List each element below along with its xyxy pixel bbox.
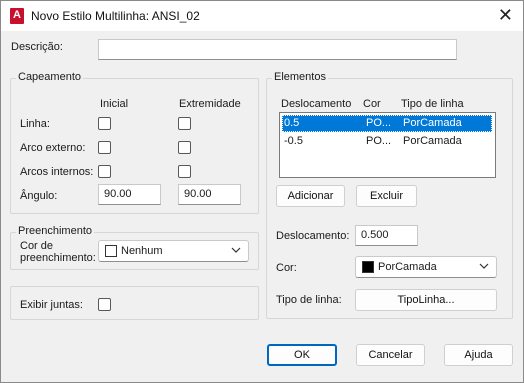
ajuda-button[interactable]: Ajuda (444, 344, 513, 366)
cor-preenchimento-dropdown[interactable]: Nenhum (98, 240, 249, 262)
tipo-linha-button[interactable]: TipoLinha... (355, 289, 497, 311)
row-tipo: PorCamada (403, 135, 462, 147)
cor-preenchimento-label-line1: Cor de (20, 240, 54, 252)
cor-preenchimento-label-line2: preenchimento: (20, 252, 96, 264)
arcos-internos-label: Arcos internos: (20, 166, 94, 178)
arco-externo-label: Arco externo: (20, 142, 86, 154)
exibir-juntas-label: Exibir juntas: (20, 299, 83, 311)
row-deslocamento: 0.5 (284, 117, 300, 129)
preenchimento-title: Preenchimento (16, 225, 94, 237)
window-title: Novo Estilo Multilinha: ANSI_02 (31, 9, 200, 23)
col-cor-header: Cor (363, 98, 381, 110)
arco-externo-extremidade-checkbox[interactable] (178, 141, 191, 154)
col-inicial-header: Inicial (100, 98, 129, 110)
col-deslocamento-header: Deslocamento (281, 98, 352, 110)
cor-dropdown[interactable]: PorCamada (355, 256, 497, 278)
list-item[interactable]: -0.5 PO... PorCamada (282, 133, 492, 150)
list-item[interactable]: 0.5 PO... PorCamada (282, 115, 492, 132)
ok-button[interactable]: OK (267, 344, 337, 366)
cor-value: PorCamada (378, 261, 437, 273)
excluir-button[interactable]: Excluir (356, 185, 417, 207)
cancelar-button[interactable]: Cancelar (356, 344, 425, 366)
chevron-down-icon (231, 247, 241, 253)
col-tipo-linha-header: Tipo de linha (401, 98, 464, 110)
title-bar[interactable]: A Novo Estilo Multilinha: ANSI_02 ✕ (1, 1, 523, 31)
description-label: Descrição: (11, 41, 63, 53)
adicionar-button[interactable]: Adicionar (276, 185, 345, 207)
line-color-swatch (362, 261, 374, 273)
capeamento-title: Capeamento (16, 71, 83, 83)
angulo-inicial-input[interactable]: 90.00 (98, 184, 161, 205)
row-tipo: PorCamada (403, 117, 462, 129)
linha-label: Linha: (20, 118, 50, 130)
linha-extremidade-checkbox[interactable] (178, 117, 191, 130)
elementos-title: Elementos (272, 71, 328, 83)
row-cor: PO... (366, 117, 392, 129)
arco-externo-inicial-checkbox[interactable] (98, 141, 111, 154)
deslocamento-label: Deslocamento: (276, 230, 350, 242)
angulo-extremidade-input[interactable]: 90.00 (178, 184, 241, 205)
row-deslocamento: -0.5 (284, 135, 303, 147)
chevron-down-icon (479, 263, 489, 269)
cor-label: Cor: (276, 262, 297, 274)
arcos-internos-inicial-checkbox[interactable] (98, 165, 111, 178)
description-input[interactable] (98, 39, 457, 60)
cor-preenchimento-value: Nenhum (121, 245, 163, 257)
elementos-list[interactable]: 0.5 PO... PorCamada -0.5 PO... PorCamada (279, 112, 496, 178)
angulo-label: Ângulo: (20, 190, 58, 202)
linha-inicial-checkbox[interactable] (98, 117, 111, 130)
fill-color-swatch (105, 245, 117, 257)
row-cor: PO... (366, 135, 392, 147)
col-extremidade-header: Extremidade (179, 98, 241, 110)
exibir-juntas-checkbox[interactable] (98, 298, 111, 311)
deslocamento-input[interactable]: 0.500 (355, 225, 418, 246)
arcos-internos-extremidade-checkbox[interactable] (178, 165, 191, 178)
autocad-app-icon: A (10, 8, 24, 24)
close-icon[interactable]: ✕ (498, 5, 513, 25)
tipo-linha-label: Tipo de linha: (276, 294, 342, 306)
dialog-window: A Novo Estilo Multilinha: ANSI_02 ✕ Desc… (0, 0, 524, 383)
